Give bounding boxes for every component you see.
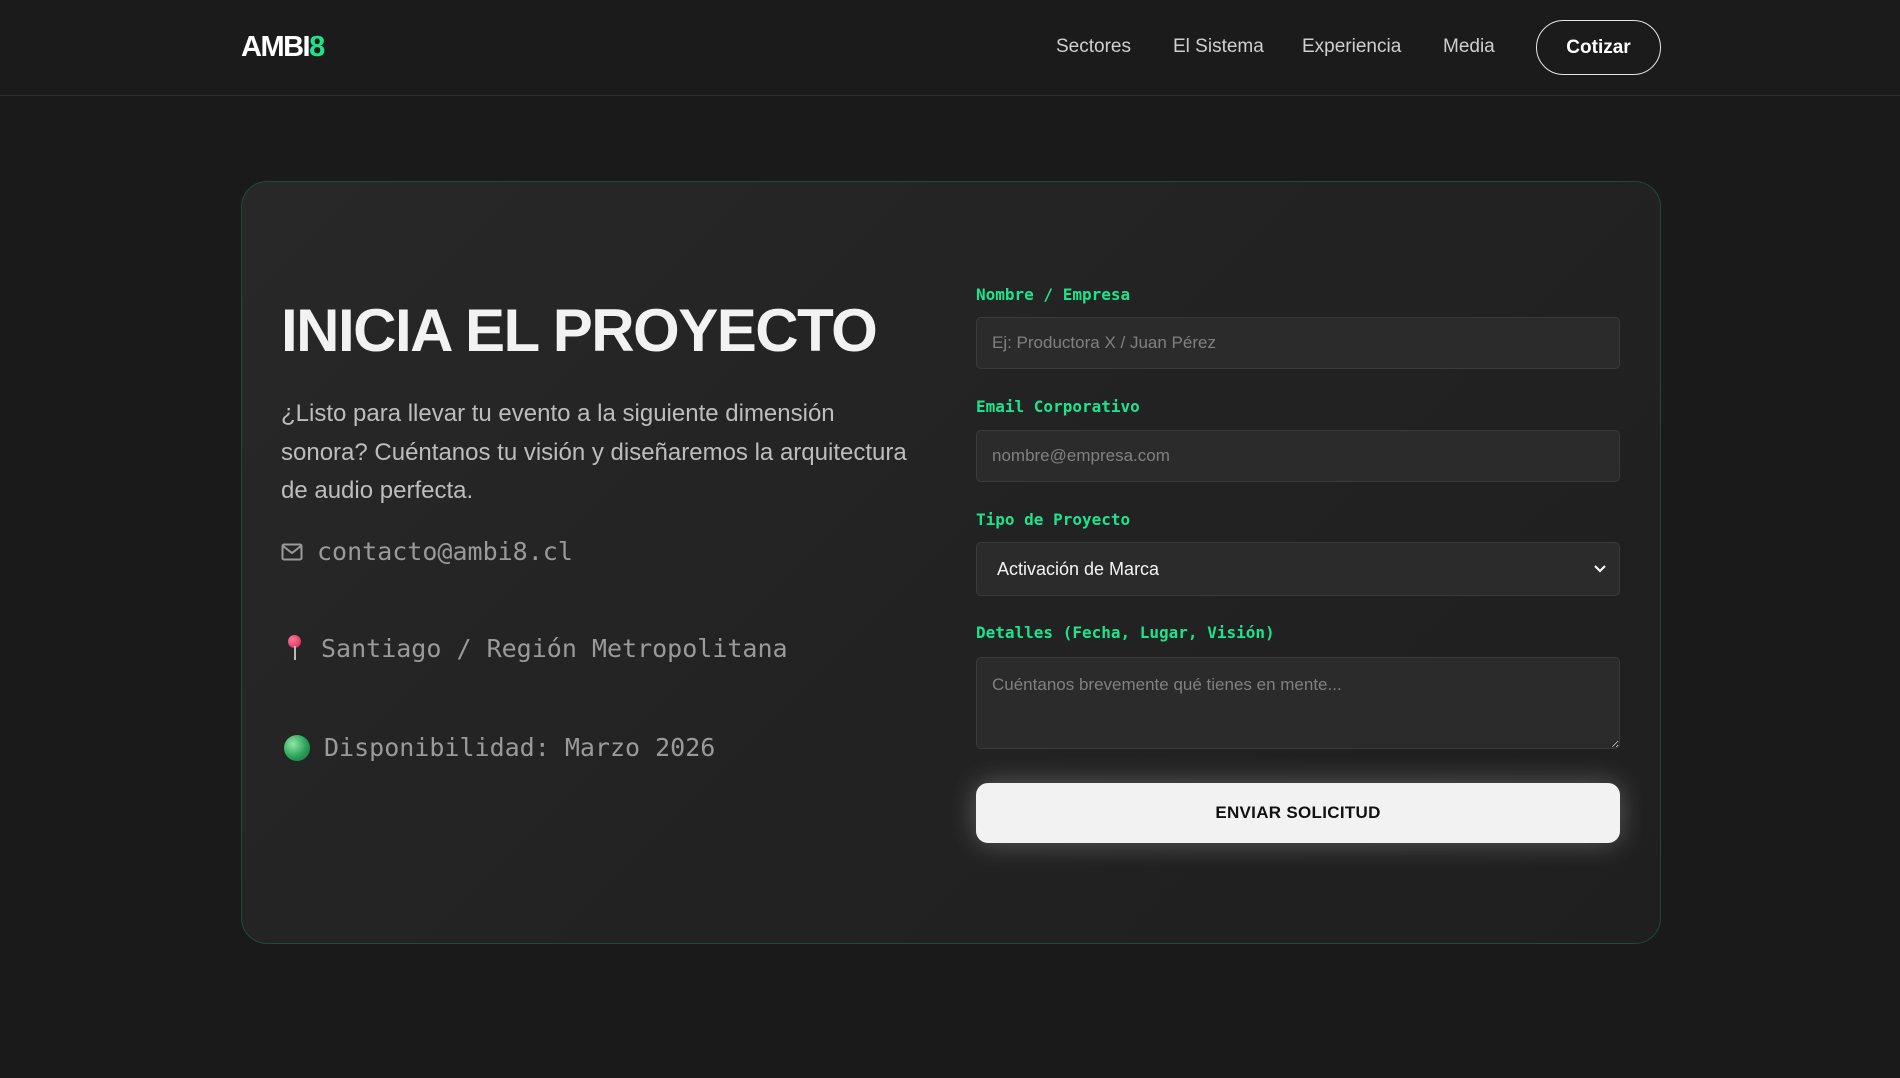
page-title: INICIA EL PROYECTO <box>281 297 878 364</box>
nav-link-el-sistema[interactable]: El Sistema <box>1173 34 1264 60</box>
contact-email-row: contacto@ambi8.cl <box>281 537 573 566</box>
nav-link-experiencia[interactable]: Experiencia <box>1302 34 1401 60</box>
globe-icon <box>281 734 310 761</box>
chevron-down-icon <box>1593 561 1607 582</box>
logo-text: AMBI <box>241 31 311 63</box>
pin-icon <box>281 633 307 663</box>
contact-email[interactable]: contacto@ambi8.cl <box>317 537 573 566</box>
name-input[interactable] <box>976 317 1620 369</box>
availability-text: Disponibilidad: Marzo 2026 <box>324 733 716 762</box>
project-type-label: Tipo de Proyecto <box>976 510 1131 529</box>
intro-text: ¿Listo para llevar tu evento a la siguie… <box>281 400 907 504</box>
project-type-value: Activación de Marca <box>997 558 1160 579</box>
details-textarea[interactable] <box>976 657 1620 749</box>
top-navigation-bar: AMBI8 Sectores El Sistema Experiencia Me… <box>0 0 1900 96</box>
email-label: Email Corporativo <box>976 397 1140 416</box>
mail-icon <box>281 543 303 561</box>
location-row: Santiago / Región Metropolitana <box>281 633 788 663</box>
availability-row: Disponibilidad: Marzo 2026 <box>281 733 715 762</box>
submit-button[interactable]: ENVIAR SOLICITUD <box>976 783 1620 843</box>
name-label: Nombre / Empresa <box>976 285 1131 304</box>
brand-logo[interactable]: AMBI8 <box>241 30 325 64</box>
project-type-select[interactable]: Activación de Marca <box>976 542 1620 596</box>
quote-button[interactable]: Cotizar <box>1536 20 1661 75</box>
nav-link-sectores[interactable]: Sectores <box>1056 34 1131 60</box>
location-text: Santiago / Región Metropolitana <box>321 633 788 663</box>
nav-link-media[interactable]: Media <box>1443 34 1495 60</box>
email-input[interactable] <box>976 430 1620 482</box>
logo-accent-digit: 8 <box>309 31 325 63</box>
details-label: Detalles (Fecha, Lugar, Visión) <box>976 623 1275 642</box>
